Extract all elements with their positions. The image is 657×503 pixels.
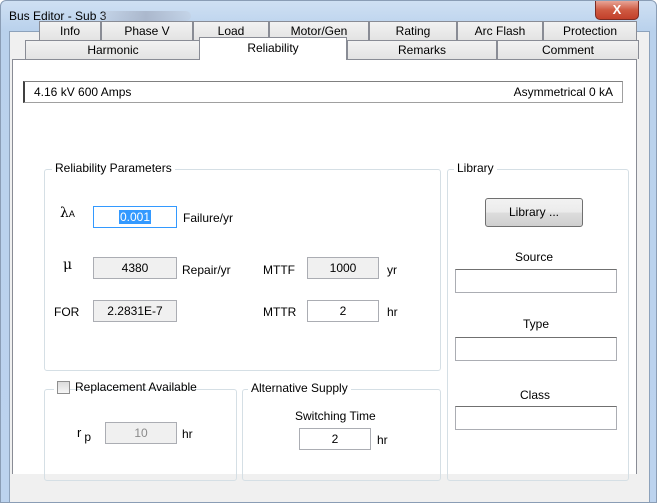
switching-time-field[interactable]: 2 <box>299 428 371 450</box>
mttf-field: 1000 <box>307 257 379 279</box>
tab-harmonic[interactable]: Harmonic <box>25 40 201 59</box>
tab-arc-flash[interactable]: Arc Flash <box>457 21 543 40</box>
library-button[interactable]: Library ... <box>485 198 583 227</box>
source-label: Source <box>515 250 554 264</box>
switching-time-label: Switching Time <box>295 409 376 423</box>
rp-label: rp <box>77 425 92 444</box>
bus-rating-text: 4.16 kV 600 Amps <box>34 85 132 99</box>
class-label: Class <box>520 388 551 402</box>
bus-info-bar: 4.16 kV 600 Amps Asymmetrical 0 kA <box>23 81 623 103</box>
tab-phase-v[interactable]: Phase V <box>101 21 193 40</box>
title-obscured-region <box>101 11 191 21</box>
mttf-unit: yr <box>387 263 397 277</box>
mttr-unit: hr <box>387 305 398 319</box>
tab-comment[interactable]: Comment <box>497 40 639 59</box>
mu-label: μ <box>63 257 73 273</box>
mu-field: 4380 <box>93 257 177 279</box>
tab-rating[interactable]: Rating <box>369 21 457 40</box>
switching-time-unit: hr <box>377 433 388 447</box>
library-title: Library <box>454 161 497 175</box>
replacement-label[interactable]: Replacement Available <box>75 380 197 394</box>
replacement-checkbox[interactable] <box>57 381 70 394</box>
source-field[interactable] <box>455 269 617 293</box>
asymmetrical-text: Asymmetrical 0 kA <box>513 85 613 99</box>
alternative-supply-title: Alternative Supply <box>248 381 351 395</box>
mu-unit: Repair/yr <box>182 263 231 277</box>
lambda-value: 0.001 <box>118 210 152 224</box>
tab-info[interactable]: Info <box>39 21 101 40</box>
tab-protection[interactable]: Protection <box>543 21 637 40</box>
rp-unit: hr <box>182 427 193 441</box>
type-field[interactable] <box>455 337 617 361</box>
lambda-unit: Failure/yr <box>183 211 234 225</box>
type-label: Type <box>523 317 550 331</box>
for-field: 2.2831E-7 <box>93 300 177 322</box>
tab-reliability[interactable]: Reliability <box>199 37 347 60</box>
mttf-label: MTTF <box>263 263 295 277</box>
replacement-header: Replacement Available <box>54 379 197 397</box>
bus-editor-window: Bus Editor - Sub 3 X Info Phase V Load M… <box>0 0 657 503</box>
mttr-label: MTTR <box>263 305 297 319</box>
class-field[interactable] <box>455 406 617 430</box>
tab-remarks[interactable]: Remarks <box>347 40 497 59</box>
rp-field: 10 <box>105 422 177 444</box>
for-label: FOR <box>54 305 80 319</box>
lambda-label: λA <box>60 205 75 221</box>
reliability-parameters-title: Reliability Parameters <box>52 161 175 175</box>
lambda-field[interactable]: 0.001 <box>93 206 177 228</box>
mttr-field[interactable]: 2 <box>307 300 379 322</box>
close-button[interactable]: X <box>595 1 639 20</box>
